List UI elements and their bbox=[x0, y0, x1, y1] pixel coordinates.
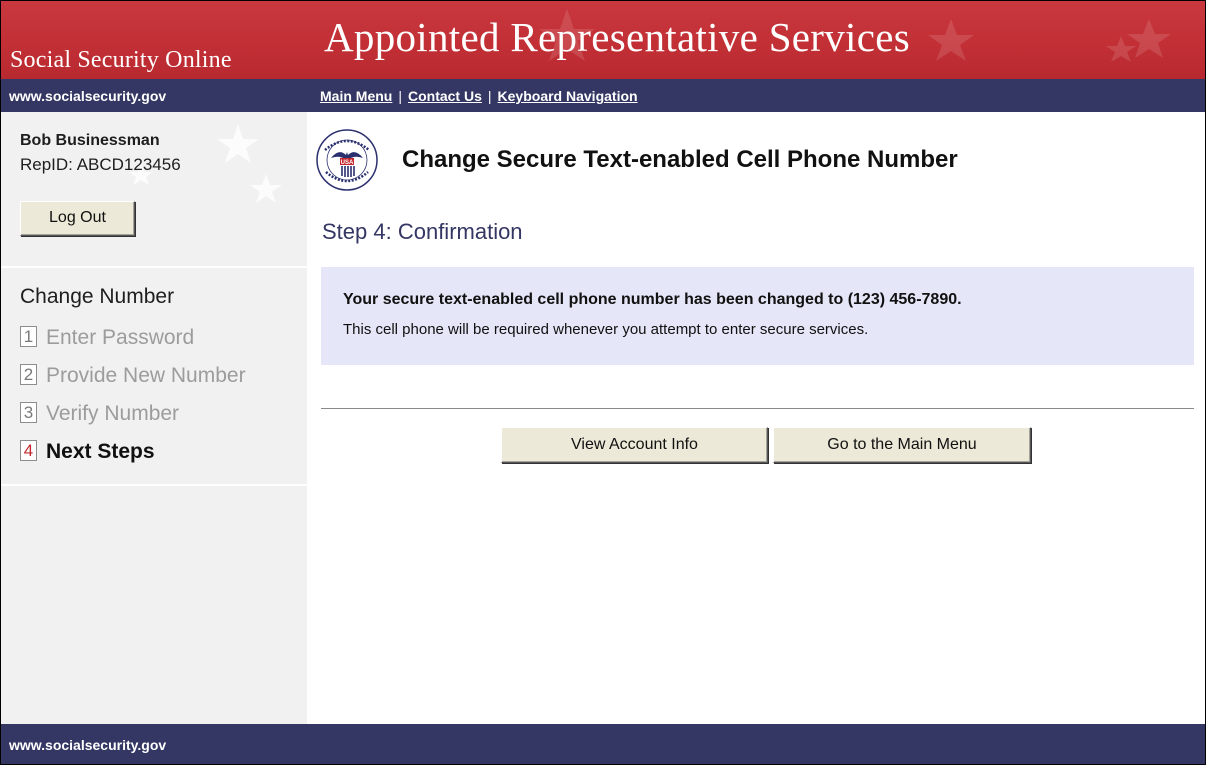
ssa-seal-icon: USA bbox=[316, 129, 378, 191]
footer-bar: www.socialsecurity.gov bbox=[1, 724, 1205, 764]
site-url: www.socialsecurity.gov bbox=[9, 88, 167, 104]
step-label: Next Steps bbox=[46, 440, 155, 463]
step-label: Verify Number bbox=[46, 402, 180, 425]
go-to-main-menu-button[interactable]: Go to the Main Menu bbox=[773, 427, 1031, 463]
nav-separator: | bbox=[398, 88, 402, 104]
app-title: Appointed Representative Services bbox=[324, 14, 911, 60]
step-number: 1 bbox=[20, 326, 37, 347]
page-title: Change Secure Text-enabled Cell Phone Nu… bbox=[402, 146, 958, 173]
main-content: USA Change Secure Text-enabled Cell Phon… bbox=[307, 112, 1205, 724]
confirmation-message-box: Your secure text-enabled cell phone numb… bbox=[321, 267, 1194, 365]
step-verify-number: 3 Verify Number bbox=[20, 402, 179, 426]
footer-site-url: www.socialsecurity.gov bbox=[9, 737, 167, 753]
top-nav-links: Main Menu | Contact Us | Keyboard Navigation bbox=[320, 88, 638, 104]
sidebar-divider bbox=[1, 484, 307, 486]
step-number: 3 bbox=[20, 402, 37, 423]
steps-title: Change Number bbox=[20, 285, 175, 308]
rep-id: RepID: ABCD123456 bbox=[20, 155, 181, 174]
step-heading: Step 4: Confirmation bbox=[322, 219, 523, 244]
view-account-info-button[interactable]: View Account Info bbox=[501, 427, 768, 463]
main-menu-link[interactable]: Main Menu bbox=[320, 88, 392, 104]
user-info: Bob Businessman RepID: ABCD123456 bbox=[20, 132, 181, 175]
confirmation-message: Your secure text-enabled cell phone numb… bbox=[343, 291, 962, 308]
svg-text:USA: USA bbox=[341, 160, 354, 166]
confirmation-note: This cell phone will be required wheneve… bbox=[343, 321, 869, 338]
keyboard-navigation-link[interactable]: Keyboard Navigation bbox=[498, 88, 638, 104]
content-divider bbox=[321, 408, 1194, 409]
step-number: 2 bbox=[20, 364, 37, 385]
top-nav-bar: www.socialsecurity.gov Main Menu | Contact… bbox=[1, 79, 1205, 112]
step-enter-password: 1 Enter Password bbox=[20, 326, 194, 350]
step-number: 4 bbox=[20, 440, 37, 461]
step-provide-new-number: 2 Provide New Number bbox=[20, 364, 246, 388]
site-name: Social Security Online bbox=[10, 47, 232, 73]
nav-separator: | bbox=[487, 88, 492, 104]
page-frame: Social Security Online Appointed Represe… bbox=[0, 0, 1206, 765]
user-name: Bob Businessman bbox=[20, 132, 160, 149]
step-label: Enter Password bbox=[46, 326, 195, 349]
sidebar: Bob Businessman RepID: ABCD123456 Log Ou… bbox=[1, 112, 307, 724]
step-next-steps: 4 Next Steps bbox=[20, 440, 155, 464]
contact-us-link[interactable]: Contact Us bbox=[408, 88, 482, 104]
logout-button[interactable]: Log Out bbox=[20, 201, 135, 236]
header-banner: Social Security Online Appointed Represe… bbox=[1, 1, 1205, 79]
step-label: Provide New Number bbox=[46, 364, 246, 387]
sidebar-divider bbox=[1, 266, 307, 268]
